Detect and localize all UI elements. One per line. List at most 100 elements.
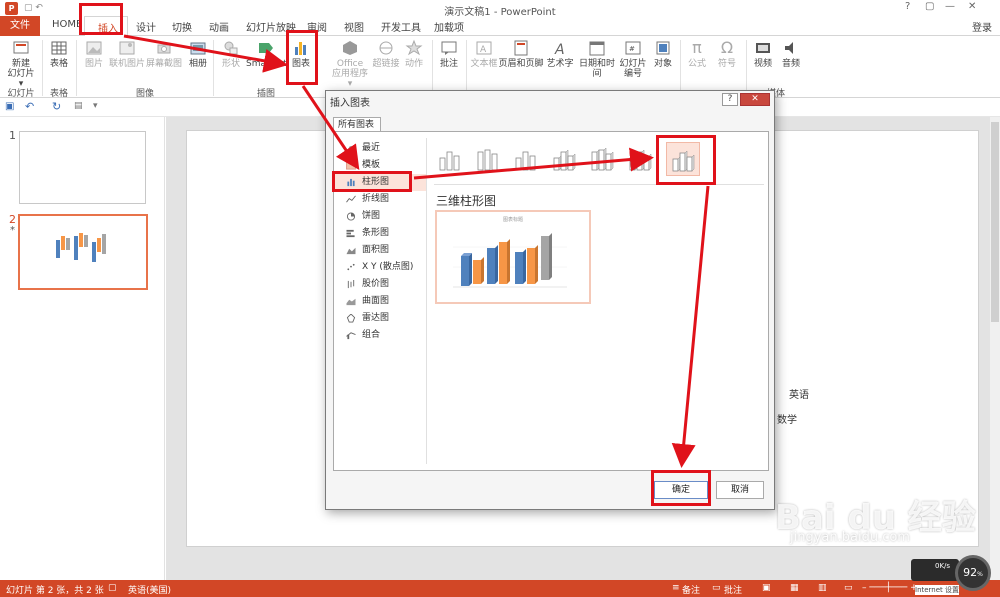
online-picture-icon bbox=[119, 41, 135, 55]
tab-view[interactable]: 视图 bbox=[344, 19, 364, 34]
close-button[interactable]: ✕ bbox=[968, 1, 976, 12]
slide-thumbnail-2[interactable] bbox=[18, 214, 148, 290]
textbox-button[interactable]: A 文本框 bbox=[470, 39, 498, 69]
cancel-button[interactable]: 取消 bbox=[716, 481, 764, 499]
category-stock[interactable]: 股价图 bbox=[334, 276, 426, 293]
save-icon[interactable]: ▣ bbox=[5, 101, 14, 112]
dialog-close-button[interactable]: ✕ bbox=[740, 93, 770, 106]
category-surface[interactable]: 曲面图 bbox=[334, 293, 426, 310]
tab-addins[interactable]: 加载项 bbox=[434, 19, 464, 34]
notes-button[interactable]: 备注 bbox=[682, 583, 700, 596]
group-label-tables: 表格 bbox=[49, 89, 68, 99]
template-chart-icon bbox=[346, 161, 356, 170]
shapes-icon bbox=[224, 41, 238, 55]
new-slide-button[interactable]: 新建 幻灯片 ▾ bbox=[4, 39, 38, 89]
tab-file[interactable]: 文件 bbox=[0, 16, 40, 36]
online-picture-button[interactable]: 联机图片 bbox=[108, 39, 146, 69]
wordart-icon: A bbox=[554, 42, 565, 57]
camera-icon bbox=[157, 44, 171, 54]
picture-button[interactable]: 图片 bbox=[80, 39, 108, 69]
smartart-button[interactable]: SmartArt bbox=[246, 39, 287, 69]
start-slideshow-icon[interactable]: ▤ bbox=[74, 101, 83, 111]
tab-transitions[interactable]: 切换 bbox=[172, 19, 192, 34]
subtype-3d-stacked-column[interactable] bbox=[586, 142, 620, 176]
normal-view-icon[interactable]: ▣ bbox=[762, 583, 771, 593]
shapes-button[interactable]: 形状 bbox=[218, 39, 244, 69]
dialog-help-button[interactable]: ? bbox=[722, 93, 738, 106]
tab-all-charts[interactable]: 所有图表 bbox=[333, 117, 381, 132]
notes-icon[interactable]: ≡ bbox=[672, 583, 680, 593]
group-separator bbox=[76, 40, 77, 96]
category-recent[interactable]: 最近 bbox=[334, 140, 426, 157]
category-line[interactable]: 折线图 bbox=[334, 191, 426, 208]
vertical-scrollbar[interactable] bbox=[990, 117, 1000, 580]
action-label: 动作 bbox=[404, 59, 423, 69]
scrollbar-thumb[interactable] bbox=[991, 122, 999, 322]
scatter-chart-icon bbox=[347, 263, 355, 271]
category-radar[interactable]: 雷达图 bbox=[334, 310, 426, 327]
ribbon-display-icon[interactable]: ▢ bbox=[925, 1, 934, 12]
slide-text-english: 英语 bbox=[789, 390, 809, 401]
datetime-label: 日期和时间 bbox=[578, 59, 615, 79]
category-scatter[interactable]: X Y (散点图) bbox=[334, 259, 426, 276]
spellcheck-icon[interactable]: ▢ bbox=[108, 583, 117, 593]
slide-sorter-icon[interactable]: ▦ bbox=[790, 583, 799, 593]
hyperlink-button[interactable]: 超链接 bbox=[372, 39, 400, 69]
group-separator bbox=[432, 40, 433, 96]
thumbnail-number: 1 bbox=[9, 129, 16, 142]
symbol-button[interactable]: Ω 符号 bbox=[714, 39, 740, 70]
tab-design[interactable]: 设计 bbox=[136, 19, 156, 34]
video-button[interactable]: 视频 bbox=[750, 39, 776, 69]
slide-number-label: 幻灯片 bbox=[619, 59, 647, 69]
slide-number-label-2: 编号 bbox=[623, 69, 642, 79]
action-button[interactable]: 动作 bbox=[402, 39, 426, 69]
screenshot-button[interactable]: 屏幕截图 bbox=[145, 39, 183, 69]
comments-icon[interactable]: ▭ bbox=[712, 583, 721, 593]
help-button[interactable]: ? bbox=[905, 1, 910, 12]
undo-icon[interactable]: ↶ bbox=[25, 100, 34, 113]
audio-button[interactable]: 音频 bbox=[778, 39, 804, 69]
svg-text:A: A bbox=[554, 42, 565, 57]
subtype-stacked-column[interactable] bbox=[472, 142, 506, 176]
table-button[interactable]: 表格 bbox=[46, 39, 72, 69]
comments-button[interactable]: 批注 bbox=[724, 583, 742, 596]
object-button[interactable]: 对象 bbox=[650, 39, 676, 69]
calendar-icon bbox=[589, 41, 605, 56]
album-label: 相册 bbox=[188, 59, 207, 69]
group-separator bbox=[213, 40, 214, 96]
album-button[interactable]: 相册 bbox=[185, 39, 211, 69]
subtype-3d-100-stacked-column[interactable] bbox=[624, 142, 658, 176]
datetime-button[interactable]: 日期和时间 bbox=[578, 39, 616, 79]
tab-developer[interactable]: 开发工具 bbox=[381, 19, 421, 34]
comment-button[interactable]: 批注 bbox=[436, 39, 462, 69]
reading-view-icon[interactable]: ▥ bbox=[818, 583, 827, 593]
annotation-box-insert-tab bbox=[79, 3, 123, 35]
login-link[interactable]: 登录 bbox=[972, 19, 992, 34]
language-label[interactable]: 英语(美国) bbox=[128, 583, 171, 596]
office-apps-icon bbox=[343, 41, 357, 55]
header-footer-button[interactable]: 页眉和页脚 bbox=[498, 39, 544, 69]
subtype-clustered-column[interactable] bbox=[434, 142, 468, 176]
wordart-button[interactable]: A 艺术字 bbox=[545, 39, 575, 69]
equation-button[interactable]: π 公式 bbox=[684, 39, 710, 70]
subtype-3d-clustered-column[interactable] bbox=[548, 142, 582, 176]
tab-home[interactable]: HOME bbox=[52, 19, 82, 30]
slide-thumbnail-1[interactable] bbox=[19, 131, 146, 204]
subtype-100-stacked-column[interactable] bbox=[510, 142, 544, 176]
category-label: 条形图 bbox=[362, 228, 390, 238]
customize-qat-icon[interactable]: ▾ bbox=[93, 101, 98, 111]
redo-icon[interactable]: ↻ bbox=[52, 100, 61, 113]
category-area[interactable]: 面积图 bbox=[334, 242, 426, 259]
slideshow-view-icon[interactable]: ▭ bbox=[844, 583, 853, 593]
group-label-slides: 幻灯片 bbox=[7, 89, 35, 99]
category-bar[interactable]: 条形图 bbox=[334, 225, 426, 242]
stock-chart-icon bbox=[347, 280, 355, 289]
3d-clustered-column-icon bbox=[553, 149, 576, 171]
category-combo[interactable]: 组合 bbox=[334, 327, 426, 344]
office-apps-button[interactable]: Office 应用程序 ▾ bbox=[330, 39, 370, 89]
chart-preview[interactable]: 图表标题 bbox=[435, 210, 591, 304]
minimize-button[interactable]: — bbox=[945, 1, 955, 12]
category-pie[interactable]: 饼图 bbox=[334, 208, 426, 225]
slide-number-button[interactable]: # 幻灯片 编号 bbox=[618, 39, 648, 79]
tab-animations[interactable]: 动画 bbox=[209, 19, 229, 34]
